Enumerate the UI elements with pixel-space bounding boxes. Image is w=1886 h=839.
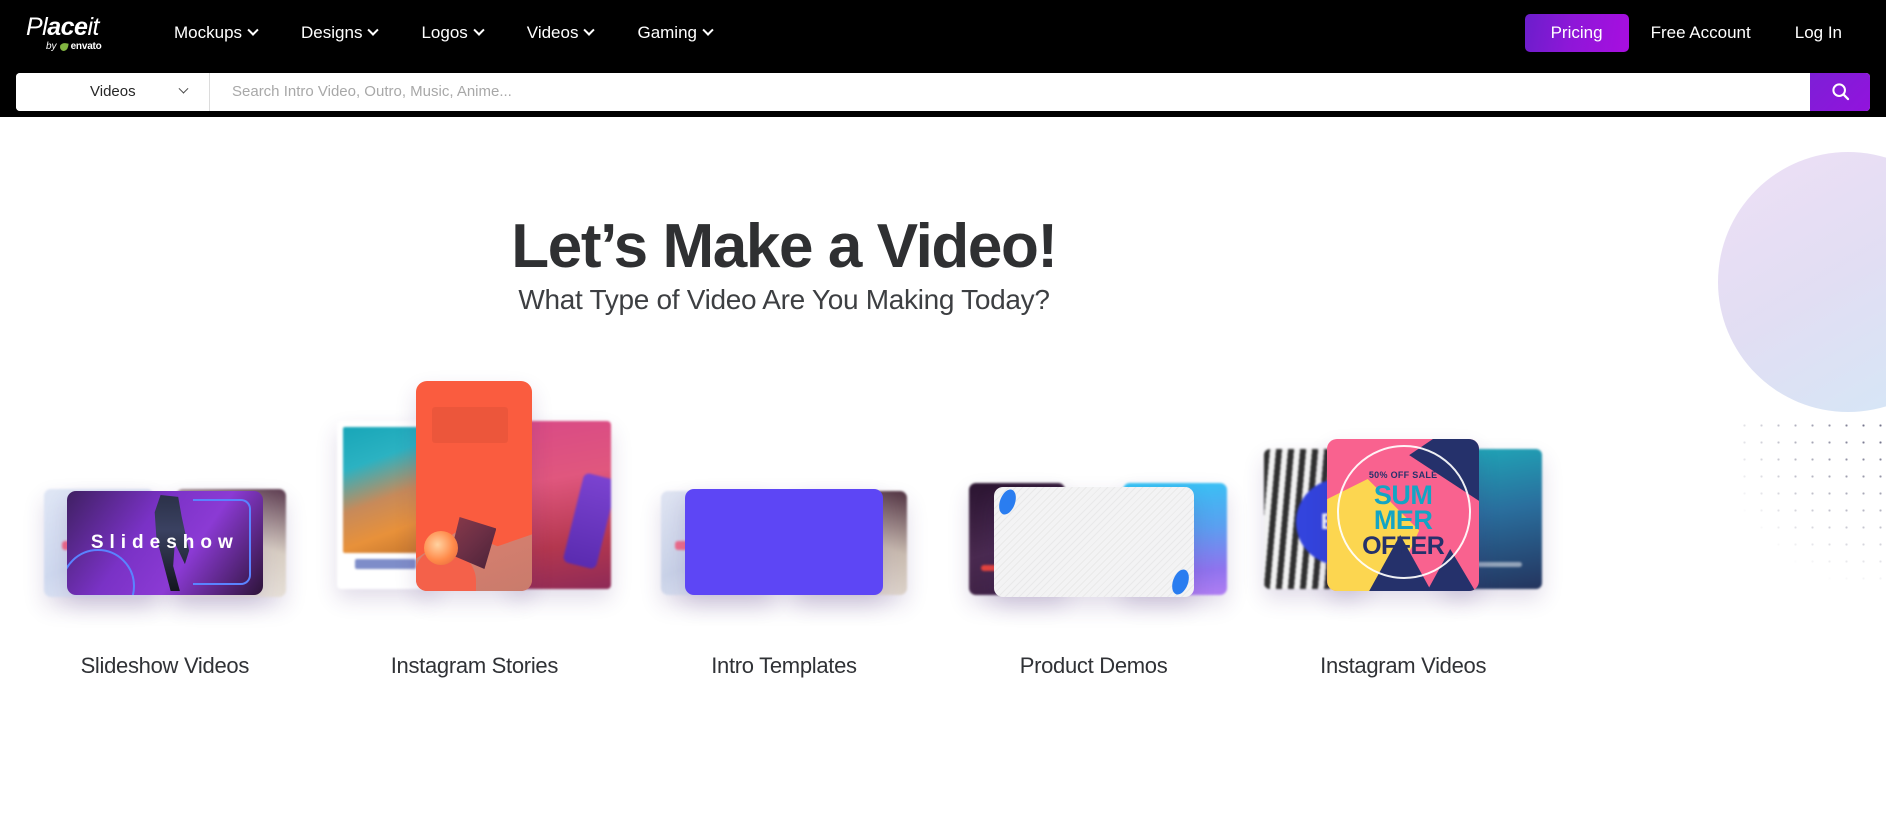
category-card-label: Product Demos <box>1019 653 1168 678</box>
chevron-down-icon <box>473 24 485 36</box>
nav-item-logos[interactable]: Logos <box>399 13 504 53</box>
nav-item-logos-label: Logos <box>421 23 468 42</box>
search-bar-region: Videos <box>0 66 1886 117</box>
page-subtitle: What Type of Video Are You Making Today? <box>518 284 1050 315</box>
logo-wordmark-ace: ace <box>47 12 88 41</box>
thumbnail-main: Slideshow <box>66 491 263 595</box>
account-actions: Pricing Free Account Log In <box>1524 13 1886 53</box>
category-thumbnail-stack <box>639 387 929 637</box>
category-card-instagram-videos[interactable]: B S 50% OFF SALE SUM MER OFFER <box>1258 387 1548 679</box>
search-input[interactable] <box>210 72 1810 111</box>
search-submit-button[interactable] <box>1810 72 1870 111</box>
main-menu: Mockups Designs Logos Videos Gaming <box>152 13 734 53</box>
category-thumbnail-stack: B S 50% OFF SALE SUM MER OFFER <box>1258 387 1548 637</box>
category-thumbnail-stack: Slideshow <box>20 387 310 637</box>
poster-line-2: MER <box>1373 504 1433 535</box>
thumbnail-main <box>684 489 883 595</box>
search-icon <box>1831 83 1849 101</box>
logo-byline-envato: envato <box>70 40 102 52</box>
category-card-list: Slideshow Slideshow Videos Instagram Sto… <box>0 381 1568 679</box>
search-category-value: Videos <box>90 83 136 100</box>
category-card-label: Instagram Stories <box>390 653 559 678</box>
chevron-down-icon <box>367 24 380 36</box>
chevron-down-icon <box>178 83 189 94</box>
nav-item-mockups-label: Mockups <box>174 23 243 42</box>
nav-item-designs[interactable]: Designs <box>279 13 399 53</box>
category-card-slideshow-videos[interactable]: Slideshow Slideshow Videos <box>20 387 310 679</box>
blue-accent-shape-top <box>995 487 1019 517</box>
logo-byline: by envato <box>26 40 102 52</box>
nav-item-mockups[interactable]: Mockups <box>152 13 279 53</box>
pricing-button[interactable]: Pricing <box>1524 14 1629 52</box>
neon-arc-decoration <box>66 549 135 595</box>
hero-section: Let’s Make a Video! What Type of Video A… <box>0 117 1886 839</box>
logo-wordmark-it: it <box>87 12 99 41</box>
chevron-down-icon <box>702 24 714 36</box>
page-title: Let’s Make a Video! <box>511 212 1058 281</box>
nav-item-gaming-label: Gaming <box>637 23 697 42</box>
category-card-label: Slideshow Videos <box>80 653 250 678</box>
chevron-down-icon <box>583 24 596 36</box>
poster-text-group: 50% OFF SALE SUM MER OFFER <box>1327 439 1479 591</box>
thumbnail-caption-bar <box>355 559 416 569</box>
search-category-select[interactable]: Videos <box>16 72 210 111</box>
thumbnail-main <box>416 381 533 591</box>
category-thumbnail-stack <box>329 381 619 637</box>
category-card-instagram-stories[interactable]: Instagram Stories <box>329 381 619 679</box>
category-card-label: Instagram Videos <box>1320 653 1487 678</box>
decorative-gradient-circle <box>1718 152 1886 412</box>
category-card-product-demos[interactable]: Product Demos <box>949 387 1239 679</box>
blue-accent-shape-bottom <box>1168 567 1192 597</box>
placeit-logo[interactable]: Placeit by envato <box>26 12 126 52</box>
logo-wordmark: Placeit <box>26 12 99 41</box>
category-card-intro-templates[interactable]: Intro Templates <box>639 387 929 679</box>
category-thumbnail-stack <box>949 387 1239 637</box>
nav-item-gaming[interactable]: Gaming <box>615 13 734 53</box>
log-in-link[interactable]: Log In <box>1773 13 1864 53</box>
search-bar: Videos <box>16 72 1870 111</box>
category-card-label: Intro Templates <box>711 653 857 678</box>
nav-item-videos-label: Videos <box>526 23 579 42</box>
artwork-text-block <box>432 407 509 443</box>
free-account-link[interactable]: Free Account <box>1629 13 1773 53</box>
thumbnail-main <box>993 487 1194 597</box>
chevron-down-icon <box>247 24 259 36</box>
poster-kicker: 50% OFF SALE <box>1368 470 1438 481</box>
nav-item-videos[interactable]: Videos <box>505 13 616 53</box>
thumbnail-main: 50% OFF SALE SUM MER OFFER <box>1327 439 1480 591</box>
top-navigation-bar: Placeit by envato Mockups Designs Logos … <box>0 0 1886 66</box>
logo-wordmark-pl: Pl <box>26 12 48 41</box>
envato-leaf-icon <box>58 41 69 52</box>
thumbnail-artwork-text: Slideshow <box>90 532 239 553</box>
poster-line-3: OFFER <box>1362 532 1445 561</box>
decorative-dot-pattern <box>1736 417 1886 607</box>
logo-byline-by: by <box>46 40 57 52</box>
nav-item-designs-label: Designs <box>301 23 363 42</box>
